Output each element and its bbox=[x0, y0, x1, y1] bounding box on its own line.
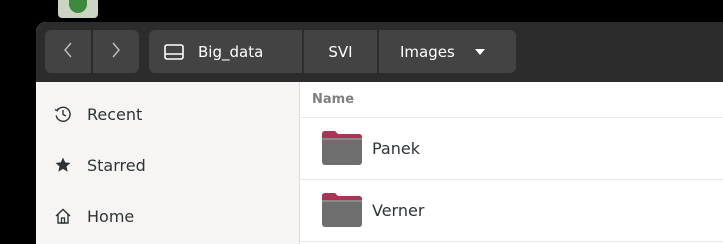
breadcrumb-svi[interactable]: SVI bbox=[304, 30, 377, 73]
file-row[interactable]: Panek bbox=[300, 118, 723, 180]
chevron-right-icon bbox=[111, 41, 121, 63]
column-header-label: Name bbox=[312, 92, 355, 107]
forward-button[interactable] bbox=[93, 30, 139, 73]
breadcrumb-label: SVI bbox=[328, 42, 353, 61]
nav-button-group bbox=[45, 30, 139, 73]
back-button[interactable] bbox=[45, 30, 91, 73]
file-name: Verner bbox=[372, 201, 425, 220]
file-manager-window: Big_data SVI Images Recent Starred Home … bbox=[36, 22, 723, 244]
folder-icon bbox=[321, 192, 363, 228]
breadcrumb-label: Big_data bbox=[198, 42, 264, 61]
sidebar-item-label: Recent bbox=[87, 104, 143, 124]
sidebar-item-label: Starred bbox=[87, 155, 146, 175]
breadcrumb: Big_data SVI Images bbox=[149, 30, 516, 73]
breadcrumb-big-data[interactable]: Big_data bbox=[149, 30, 302, 73]
column-header-name[interactable]: Name bbox=[300, 82, 723, 118]
breadcrumb-images[interactable]: Images bbox=[379, 30, 516, 73]
file-row[interactable]: Verner bbox=[300, 180, 723, 242]
folder-icon bbox=[321, 130, 363, 166]
home-icon bbox=[53, 206, 73, 226]
star-icon bbox=[53, 155, 73, 175]
clock-icon bbox=[53, 104, 73, 124]
sidebar-item-label: Home bbox=[87, 206, 135, 226]
caret-down-icon[interactable] bbox=[474, 48, 486, 56]
file-name: Panek bbox=[372, 139, 420, 158]
sidebar-item-starred[interactable]: Starred bbox=[36, 145, 299, 185]
sidebar-item-home[interactable]: Home bbox=[36, 196, 299, 236]
file-list: Name Panek Verner bbox=[300, 82, 723, 244]
drive-icon bbox=[164, 43, 184, 60]
breadcrumb-label: Images bbox=[400, 42, 455, 61]
sidebar-item-recent[interactable]: Recent bbox=[36, 94, 299, 134]
desktop-trash-icon[interactable] bbox=[58, 0, 98, 18]
chevron-left-icon bbox=[63, 41, 73, 63]
headerbar: Big_data SVI Images bbox=[36, 22, 723, 82]
sidebar: Recent Starred Home bbox=[36, 82, 300, 244]
